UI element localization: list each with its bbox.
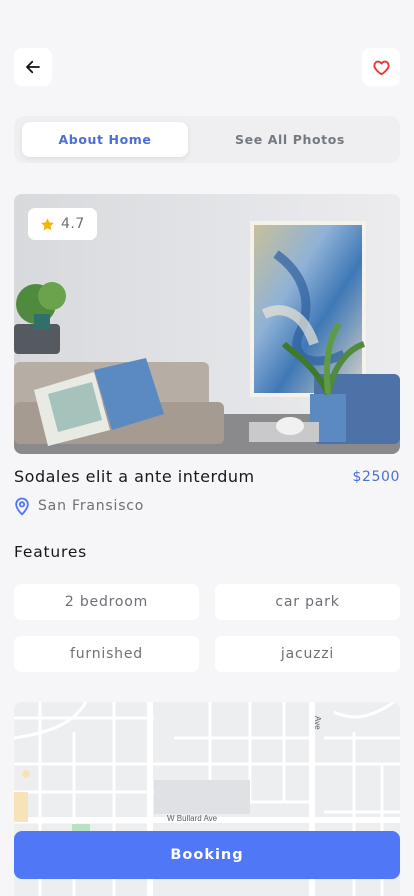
listing-photo[interactable]: 4.7 [14, 194, 400, 454]
tab-about-home[interactable]: About Home [22, 122, 188, 157]
feature-chip: furnished [14, 636, 199, 672]
location-name: San Fransisco [38, 498, 145, 514]
tab-see-all-photos[interactable]: See All Photos [188, 122, 392, 157]
features-heading: Features [14, 543, 88, 561]
listing-location: San Fransisco [12, 496, 144, 516]
arrow-left-icon [26, 60, 40, 74]
street-label: W Bullard Ave [167, 814, 218, 823]
back-button[interactable] [14, 48, 52, 86]
listing-title: Sodales elit a ante interdum [14, 467, 255, 486]
booking-button[interactable]: Booking [14, 831, 400, 879]
feature-chip: jacuzzi [215, 636, 400, 672]
rating-value: 4.7 [61, 216, 85, 232]
rating-badge: 4.7 [28, 208, 97, 240]
svg-text:Ave: Ave [313, 716, 322, 730]
listing-price: $2500 [352, 469, 400, 485]
feature-chip: car park [215, 584, 400, 620]
heart-outline-icon [372, 60, 390, 75]
feature-chip: 2 bedroom [14, 584, 199, 620]
tab-bar: About Home See All Photos [14, 116, 400, 163]
favorite-button[interactable] [362, 48, 400, 86]
star-icon [41, 217, 54, 230]
map-pin-icon [15, 497, 29, 516]
